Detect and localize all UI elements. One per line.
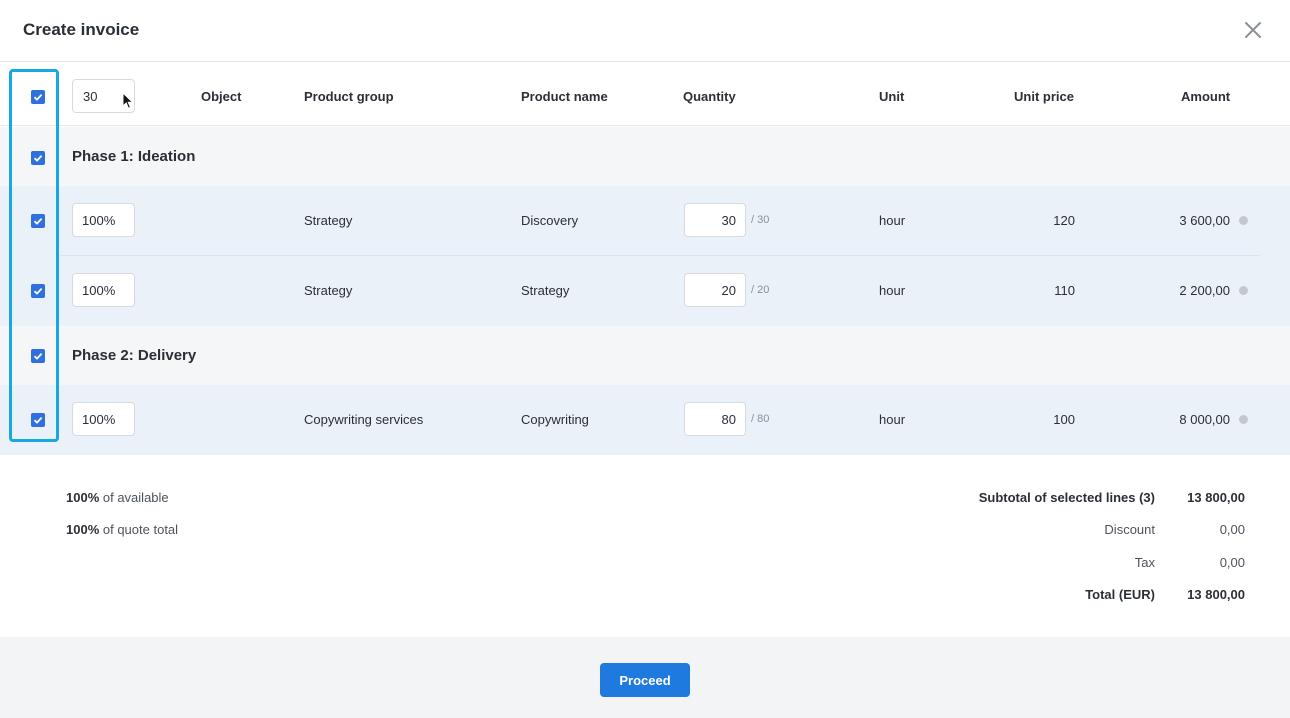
amount-cell: 3 600,00 bbox=[1179, 213, 1230, 228]
unit-price-cell: 100 bbox=[1053, 412, 1075, 427]
select-all-checkbox[interactable] bbox=[31, 90, 45, 104]
table-row: 100% Strategy Discovery 30 / 30 hour 120… bbox=[0, 186, 1290, 256]
product-name-cell: Copywriting bbox=[521, 412, 589, 427]
check-icon bbox=[33, 154, 43, 162]
product-group-cell: Strategy bbox=[304, 283, 353, 298]
unit-cell: hour bbox=[879, 283, 906, 298]
discount-value: 0,00 bbox=[1219, 522, 1245, 537]
column-header-unit-price: Unit price bbox=[1014, 89, 1074, 104]
column-header-quantity: Quantity bbox=[683, 89, 736, 104]
column-header-product-name: Product name bbox=[521, 89, 608, 104]
table-header-row: 30 Object Product group Product name Qua… bbox=[0, 62, 1290, 126]
quantity-max: / 20 bbox=[751, 284, 770, 296]
line-checkbox[interactable] bbox=[31, 214, 45, 228]
close-icon bbox=[1245, 22, 1261, 38]
line-checkbox[interactable] bbox=[31, 413, 45, 427]
line-percent-input[interactable]: 100% bbox=[72, 402, 135, 436]
quantity-input[interactable]: 30 bbox=[684, 203, 746, 237]
product-name-cell: Discovery bbox=[521, 213, 579, 228]
mouse-pointer-icon bbox=[122, 92, 134, 109]
unit-price-cell: 110 bbox=[1054, 283, 1075, 298]
phase-title: Phase 2: Delivery bbox=[72, 347, 197, 364]
table-row: 100% Strategy Strategy 20 / 20 hour 110 … bbox=[0, 256, 1290, 326]
product-name-cell: Strategy bbox=[521, 283, 570, 298]
column-header-amount: Amount bbox=[1181, 89, 1231, 104]
phase-checkbox[interactable] bbox=[31, 349, 45, 363]
dialog-footer: Proceed bbox=[0, 637, 1290, 718]
tax-label: Tax bbox=[1134, 555, 1155, 570]
proceed-button[interactable]: Proceed bbox=[600, 663, 690, 697]
status-dot bbox=[1239, 216, 1248, 225]
close-button[interactable] bbox=[1242, 19, 1264, 41]
line-checkbox[interactable] bbox=[31, 284, 45, 298]
phase-checkbox[interactable] bbox=[31, 151, 45, 165]
check-icon bbox=[33, 416, 43, 424]
check-icon bbox=[33, 287, 43, 295]
check-icon bbox=[33, 352, 43, 360]
line-percent-input[interactable]: 100% bbox=[72, 203, 135, 237]
quote-percent: 100% bbox=[66, 522, 100, 537]
subtotal-label: Subtotal of selected lines (3) bbox=[978, 490, 1155, 505]
product-group-cell: Strategy bbox=[304, 213, 353, 228]
discount-label: Discount bbox=[1104, 522, 1155, 537]
dialog-header: Create invoice bbox=[0, 0, 1290, 62]
total-label: Total (EUR) bbox=[1085, 587, 1155, 602]
status-dot bbox=[1239, 286, 1248, 295]
subtotal-value: 13 800,00 bbox=[1187, 490, 1245, 505]
quote-text: of quote total bbox=[102, 522, 179, 537]
available-summary: 100% of available bbox=[66, 490, 169, 505]
phase-row: Phase 1: Ideation bbox=[0, 127, 1290, 186]
invoice-summary: 100% of available 100% of quote total Su… bbox=[0, 455, 1290, 637]
product-group-cell: Copywriting services bbox=[304, 412, 424, 427]
column-header-unit: Unit bbox=[879, 89, 905, 104]
available-percent: 100% bbox=[66, 490, 100, 505]
tax-value: 0,00 bbox=[1219, 555, 1245, 570]
quantity-input[interactable]: 80 bbox=[684, 402, 746, 436]
quantity-max: / 80 bbox=[751, 413, 770, 425]
column-header-object: Object bbox=[201, 89, 242, 104]
unit-price-cell: 120 bbox=[1053, 213, 1075, 228]
unit-cell: hour bbox=[879, 213, 906, 228]
quantity-input[interactable]: 20 bbox=[684, 273, 746, 307]
total-value: 13 800,00 bbox=[1187, 587, 1245, 602]
unit-cell: hour bbox=[879, 412, 906, 427]
available-text: of available bbox=[102, 490, 169, 505]
column-header-product-group: Product group bbox=[304, 89, 394, 104]
quantity-max: / 30 bbox=[751, 214, 770, 226]
line-percent-input[interactable]: 100% bbox=[72, 273, 135, 307]
amount-cell: 2 200,00 bbox=[1179, 283, 1230, 298]
dialog-title: Create invoice bbox=[23, 20, 140, 39]
phase-title: Phase 1: Ideation bbox=[72, 148, 196, 165]
check-icon bbox=[33, 217, 43, 225]
phase-row: Phase 2: Delivery bbox=[0, 326, 1290, 385]
table-row: 100% Copywriting services Copywriting 80… bbox=[0, 385, 1290, 455]
status-dot bbox=[1239, 415, 1248, 424]
check-icon bbox=[33, 93, 43, 101]
quote-summary: 100% of quote total bbox=[66, 522, 178, 537]
amount-cell: 8 000,00 bbox=[1179, 412, 1230, 427]
